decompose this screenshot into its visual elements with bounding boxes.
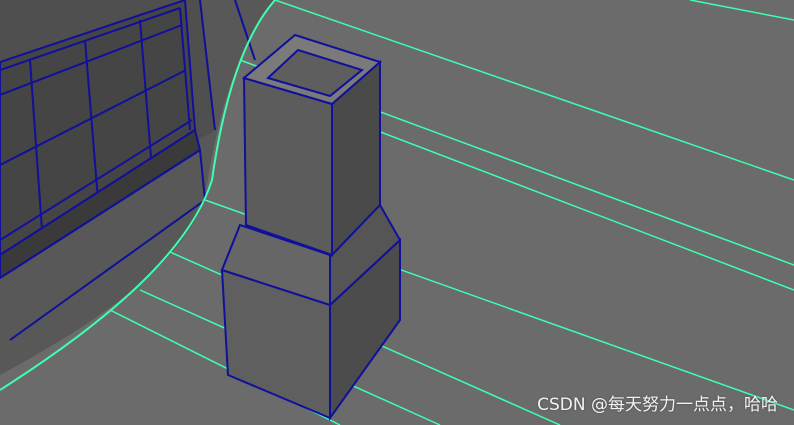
3d-viewport[interactable]: CSDN @每天努力一点点，哈哈 [0,0,794,425]
watermark: CSDN @每天努力一点点，哈哈 [537,395,778,415]
scene-render[interactable] [0,0,794,425]
